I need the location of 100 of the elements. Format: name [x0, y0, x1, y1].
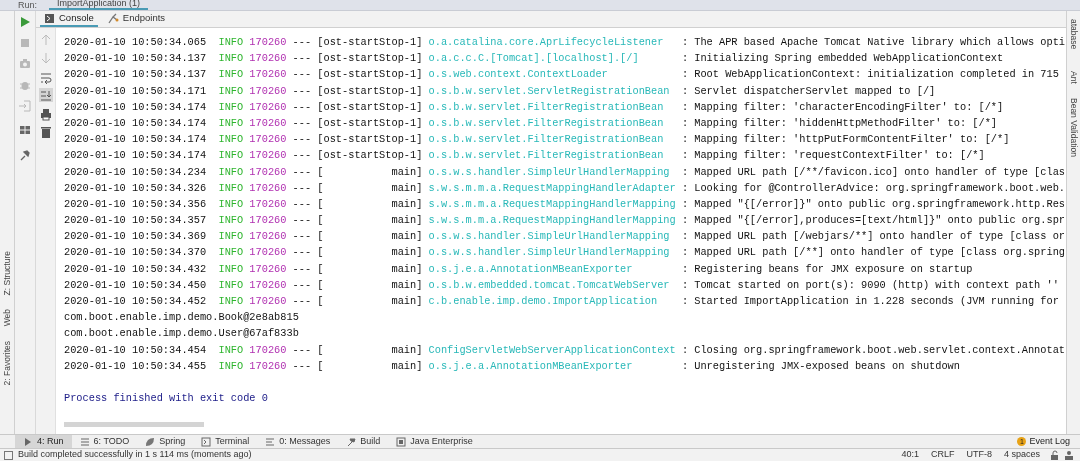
- log-timestamp: 2020-01-10 10:50:34.369: [64, 229, 208, 245]
- log-timestamp: 2020-01-10 10:50:34.326: [64, 180, 208, 196]
- log-timestamp: 2020-01-10 10:50:34.174: [64, 148, 208, 164]
- tool-window-tab[interactable]: Web: [0, 309, 14, 327]
- process-id: 170260: [249, 261, 288, 277]
- log-level: INFO: [218, 132, 245, 148]
- lock-icon[interactable]: [1050, 450, 1060, 460]
- process-id: 170260: [249, 51, 288, 67]
- process-id: 170260: [249, 277, 288, 293]
- log-message: : Registering beans for JMX exposure on startup: [681, 261, 973, 277]
- tool-window-tab[interactable]: Java Enterprise: [388, 435, 481, 448]
- log-level: INFO: [218, 83, 245, 99]
- log-level: INFO: [218, 358, 245, 374]
- soft-wrap-icon[interactable]: [38, 70, 53, 84]
- print-icon[interactable]: [38, 107, 53, 121]
- log-message: : Servlet dispatcherServlet mapped to [/]: [681, 83, 936, 99]
- thread-name: --- [ main]: [292, 342, 424, 358]
- process-id: 170260: [249, 164, 288, 180]
- tool-window-tab[interactable]: Build: [338, 435, 389, 448]
- log-message: : Tomcat started on port(s): 9090 (http) with context path '': [681, 277, 1059, 293]
- inspector-icon[interactable]: [1064, 450, 1074, 460]
- thread-name: --- [ main]: [292, 277, 424, 293]
- log-timestamp: 2020-01-10 10:50:34.174: [64, 99, 208, 115]
- run-icon: [23, 436, 33, 447]
- tool-window-tab[interactable]: 6: TODO: [71, 435, 138, 448]
- status-item[interactable]: CRLF: [924, 448, 961, 461]
- logger-name: o.s.b.w.servlet.FilterRegistrationBean: [428, 115, 665, 131]
- console-tab[interactable]: Console: [40, 11, 98, 27]
- log-timestamp: 2020-01-10 10:50:34.174: [64, 115, 208, 131]
- log-level: INFO: [218, 180, 245, 196]
- log-level: INFO: [218, 196, 245, 212]
- logger-name: o.s.b.w.embedded.tomcat.TomcatWebServer: [428, 277, 671, 293]
- process-id: 170260: [249, 294, 288, 309]
- log-timestamp: 2020-01-10 10:50:34.370: [64, 245, 208, 261]
- process-id: 170260: [249, 83, 288, 99]
- tool-window-tab[interactable]: Bean Validation: [1067, 98, 1080, 157]
- process-id: 170260: [249, 67, 288, 83]
- logger-name: o.s.j.e.a.AnnotationMBeanExporter: [428, 358, 634, 374]
- camera-icon[interactable]: [18, 57, 32, 71]
- pin-icon[interactable]: [18, 148, 32, 162]
- tool-window-tab[interactable]: 2: Favorites: [0, 340, 14, 386]
- log-timestamp: 2020-01-10 10:50:34.137: [64, 51, 208, 67]
- process-id: 170260: [249, 229, 288, 245]
- tool-window-tab[interactable]: atabase: [1067, 19, 1080, 50]
- tool-window-tab[interactable]: 4: Run: [15, 435, 72, 448]
- log-timestamp: 2020-01-10 10:50:34.455: [64, 358, 208, 374]
- log-level: INFO: [218, 245, 245, 261]
- status-item[interactable]: UTF-8: [960, 448, 998, 461]
- logger-name: s.w.s.m.m.a.RequestMappingHandlerAdapter: [428, 180, 677, 196]
- thread-name: --- [ main]: [292, 245, 424, 261]
- tool-window-tab[interactable]: 0: Messages: [257, 435, 339, 448]
- log-message: : Mapping filter: 'requestContextFilter' to: [/*]: [681, 148, 985, 164]
- log-level: INFO: [218, 261, 245, 277]
- console-icon: [44, 12, 55, 24]
- log-message: : Mapped "{[/error],produces=[text/html]}" onto public org.spr: [681, 213, 1065, 229]
- log-level: INFO: [218, 51, 245, 67]
- process-id: 170260: [249, 196, 288, 212]
- logger-name: o.s.b.w.servlet.FilterRegistrationBean: [428, 148, 665, 164]
- scroll-to-end-icon[interactable]: [38, 88, 53, 102]
- stop-icon[interactable]: [18, 36, 32, 50]
- thread-name: --- [ost-startStop-1]: [292, 99, 424, 115]
- logger-name: o.s.w.s.handler.SimpleUrlHandlerMapping: [428, 229, 671, 245]
- layout-icon[interactable]: [18, 123, 32, 137]
- tool-window-tab[interactable]: Spring: [137, 435, 194, 448]
- process-id: 170260: [249, 115, 288, 131]
- log-timestamp: 2020-01-10 10:50:34.137: [64, 67, 208, 83]
- console-tab[interactable]: Endpoints: [103, 11, 170, 27]
- log-message: : Mapped "{[/error]}" onto public org.springframework.http.Res: [681, 196, 1065, 212]
- checkbox-icon[interactable]: [4, 450, 13, 460]
- event-log-button[interactable]: Event Log: [1029, 434, 1070, 449]
- logger-name: o.s.b.w.servlet.FilterRegistrationBean: [428, 99, 665, 115]
- process-id: 170260: [249, 148, 288, 164]
- log-timestamp: 2020-01-10 10:50:34.450: [64, 277, 208, 293]
- run-label: Run:: [18, 1, 37, 10]
- logger-name: o.s.w.s.handler.SimpleUrlHandlerMapping: [428, 245, 671, 261]
- logger-name: ConfigServletWebServerApplicationContext: [428, 342, 677, 358]
- status-item[interactable]: 4 spaces: [997, 448, 1046, 461]
- process-id: 170260: [249, 342, 288, 358]
- run-icon[interactable]: [18, 15, 32, 29]
- java-enterprise-icon: [396, 436, 407, 447]
- logger-name: o.a.catalina.core.AprLifecycleListener: [428, 35, 665, 50]
- tool-window-tab[interactable]: Ant: [1067, 71, 1080, 84]
- log-message: : Looking for @ControllerAdvice: org.springframework.boot.web.: [681, 180, 1065, 196]
- horizontal-scrollbar[interactable]: [64, 422, 204, 427]
- log-level: INFO: [218, 115, 245, 131]
- thread-name: --- [ main]: [292, 229, 424, 245]
- thread-name: --- [ main]: [292, 213, 424, 229]
- output-line: com.boot.enable.imp.demo.Book@2e8ab815: [64, 310, 299, 326]
- log-message: : The APR based Apache Tomcat Native library which allows opti: [681, 35, 1065, 50]
- log-timestamp: 2020-01-10 10:50:34.171: [64, 83, 208, 99]
- status-item[interactable]: 40:1: [895, 448, 925, 461]
- thread-name: --- [ main]: [292, 294, 424, 309]
- exit-message: Process finished with exit code 0: [64, 391, 268, 407]
- thread-name: --- [ost-startStop-1]: [292, 83, 424, 99]
- tool-window-tab[interactable]: Z: Structure: [0, 251, 14, 296]
- log-level: INFO: [218, 294, 245, 309]
- list-icon: [79, 436, 90, 447]
- trash-icon[interactable]: [38, 125, 53, 139]
- tool-window-tab[interactable]: Terminal: [193, 435, 258, 448]
- thread-name: --- [ost-startStop-1]: [292, 35, 424, 50]
